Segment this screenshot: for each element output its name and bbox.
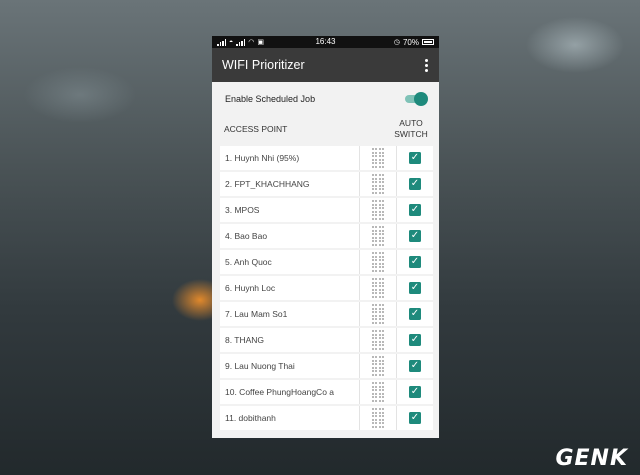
auto-switch-header-line2: SWITCH xyxy=(394,129,428,139)
access-point-row[interactable]: 10. Coffee PhungHoangCo a ✓ xyxy=(220,380,433,404)
access-point-row[interactable]: 4. Bao Bao ✓ xyxy=(220,224,433,248)
auto-switch-cell: ✓ xyxy=(397,380,433,404)
drag-handle[interactable] xyxy=(359,406,397,430)
auto-switch-checkbox[interactable]: ✓ xyxy=(409,230,421,242)
access-point-name: 1. Huynh Nhi (95%) xyxy=(225,153,300,163)
scheduled-job-toggle[interactable] xyxy=(405,91,428,106)
drag-handle[interactable] xyxy=(359,302,397,326)
auto-switch-header: AUTO SWITCH xyxy=(393,118,429,140)
auto-switch-cell: ✓ xyxy=(397,146,433,170)
auto-switch-checkbox[interactable]: ✓ xyxy=(409,360,421,372)
drag-handle[interactable] xyxy=(359,276,397,300)
auto-switch-checkbox[interactable]: ✓ xyxy=(409,412,421,424)
auto-switch-cell: ✓ xyxy=(397,276,433,300)
auto-switch-cell: ✓ xyxy=(397,224,433,248)
genk-logo: GENK xyxy=(555,446,628,471)
drag-grip-icon xyxy=(371,304,385,324)
drag-grip-icon xyxy=(371,252,385,272)
drag-grip-icon xyxy=(371,226,385,246)
drag-handle[interactable] xyxy=(359,380,397,404)
access-point-name: 11. dobithanh xyxy=(225,413,276,423)
access-point-row[interactable]: 9. Lau Nuong Thai ✓ xyxy=(220,354,433,378)
auto-switch-checkbox[interactable]: ✓ xyxy=(409,178,421,190)
drag-handle[interactable] xyxy=(359,354,397,378)
drag-grip-icon xyxy=(371,330,385,350)
access-point-row[interactable]: 8. THANG ✓ xyxy=(220,328,433,352)
auto-switch-cell: ✓ xyxy=(397,302,433,326)
scheduled-job-label: Enable Scheduled Job xyxy=(225,93,316,104)
access-point-row[interactable]: 3. MPOS ✓ xyxy=(220,198,433,222)
access-point-row[interactable]: 5. Anh Quoc ✓ xyxy=(220,250,433,274)
auto-switch-cell: ✓ xyxy=(397,172,433,196)
access-point-name: 3. MPOS xyxy=(225,205,260,215)
drag-handle[interactable] xyxy=(359,224,397,248)
access-point-header: ACCESS POINT xyxy=(224,124,288,134)
auto-switch-cell: ✓ xyxy=(397,198,433,222)
toggle-thumb xyxy=(414,91,428,106)
access-point-name: 9. Lau Nuong Thai xyxy=(225,361,295,371)
drag-grip-icon xyxy=(371,382,385,402)
access-point-name: 4. Bao Bao xyxy=(225,231,268,241)
access-point-name: 8. THANG xyxy=(225,335,265,345)
auto-switch-cell: ✓ xyxy=(397,328,433,352)
access-point-row[interactable]: 11. dobithanh ✓ xyxy=(220,406,433,430)
auto-switch-header-line1: AUTO xyxy=(399,118,423,128)
auto-switch-cell: ✓ xyxy=(397,354,433,378)
drag-handle[interactable] xyxy=(359,146,397,170)
status-bar: ◓ ◠ ▣ 16:43 ◷ 70% xyxy=(212,36,439,48)
access-point-name: 10. Coffee PhungHoangCo a xyxy=(225,387,335,397)
auto-switch-checkbox[interactable]: ✓ xyxy=(409,282,421,294)
drag-grip-icon xyxy=(371,356,385,376)
scheduled-job-row: Enable Scheduled Job xyxy=(212,82,439,115)
auto-switch-cell: ✓ xyxy=(397,250,433,274)
access-point-row[interactable]: 7. Lau Mam So1 ✓ xyxy=(220,302,433,326)
auto-switch-cell: ✓ xyxy=(397,406,433,430)
drag-grip-icon xyxy=(371,174,385,194)
access-point-row[interactable]: 6. Huynh Loc ✓ xyxy=(220,276,433,300)
battery-icon xyxy=(422,39,434,45)
status-time: 16:43 xyxy=(315,37,336,46)
list-header: ACCESS POINT AUTO SWITCH xyxy=(212,115,439,143)
access-point-name: 2. FPT_KHACHHANG xyxy=(225,179,310,189)
drag-handle[interactable] xyxy=(359,250,397,274)
auto-switch-checkbox[interactable]: ✓ xyxy=(409,386,421,398)
access-point-name: 6. Huynh Loc xyxy=(225,283,276,293)
drag-grip-icon xyxy=(371,278,385,298)
app-bar: WIFI Prioritizer xyxy=(212,48,439,82)
access-point-name: 7. Lau Mam So1 xyxy=(225,309,288,319)
drag-handle[interactable] xyxy=(359,328,397,352)
app-title: WIFI Prioritizer xyxy=(222,58,305,72)
access-point-name: 5. Anh Quoc xyxy=(225,257,272,267)
drag-grip-icon xyxy=(371,200,385,220)
auto-switch-checkbox[interactable]: ✓ xyxy=(409,334,421,346)
access-point-row[interactable]: 1. Huynh Nhi (95%) ✓ xyxy=(220,146,433,170)
drag-grip-icon xyxy=(371,408,385,428)
auto-switch-checkbox[interactable]: ✓ xyxy=(409,308,421,320)
auto-switch-checkbox[interactable]: ✓ xyxy=(409,152,421,164)
drag-grip-icon xyxy=(371,148,385,168)
auto-switch-checkbox[interactable]: ✓ xyxy=(409,256,421,268)
access-point-row[interactable]: 2. FPT_KHACHHANG ✓ xyxy=(220,172,433,196)
access-point-list: 1. Huynh Nhi (95%) ✓ 2. FPT_KHACHHANG ✓ 3. M… xyxy=(212,146,439,430)
more-vert-icon[interactable] xyxy=(424,57,429,74)
drag-handle[interactable] xyxy=(359,198,397,222)
drag-handle[interactable] xyxy=(359,172,397,196)
phone-screen: ◓ ◠ ▣ 16:43 ◷ 70% WIFI Prioritizer Enabl… xyxy=(212,36,439,438)
auto-switch-checkbox[interactable]: ✓ xyxy=(409,204,421,216)
